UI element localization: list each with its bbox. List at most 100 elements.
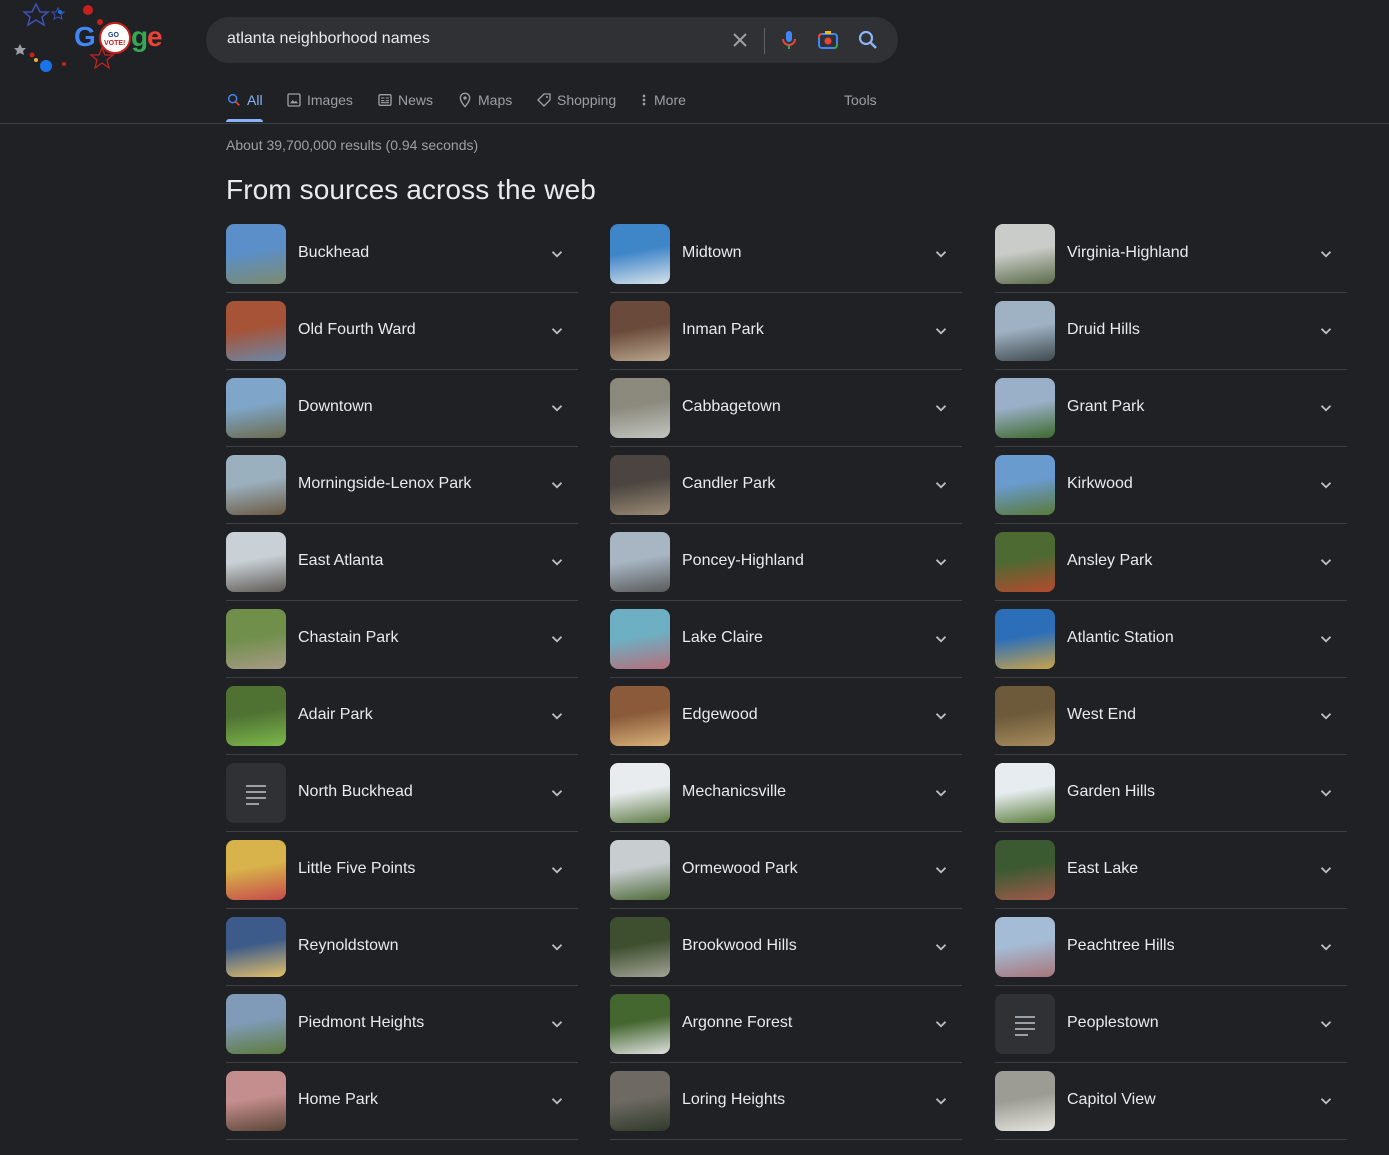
neighborhood-item[interactable]: Grant Park: [995, 378, 1347, 455]
chevron-down-icon[interactable]: [548, 553, 566, 571]
neighborhood-item[interactable]: Midtown: [610, 224, 962, 301]
neighborhood-thumbnail: [226, 917, 286, 977]
neighborhood-item[interactable]: Druid Hills: [995, 301, 1347, 378]
neighborhood-item[interactable]: Cabbagetown: [610, 378, 962, 455]
neighborhood-thumbnail: [226, 840, 286, 900]
news-icon: [378, 94, 392, 106]
neighborhood-item[interactable]: Ormewood Park: [610, 840, 962, 917]
chevron-down-icon[interactable]: [932, 399, 950, 417]
neighborhood-thumbnail: [226, 532, 286, 592]
search-box[interactable]: atlanta neighborhood names: [206, 17, 898, 63]
search-divider: [764, 28, 765, 54]
chevron-down-icon[interactable]: [548, 1015, 566, 1033]
chevron-down-icon[interactable]: [548, 861, 566, 879]
neighborhood-item[interactable]: Ansley Park: [995, 532, 1347, 609]
neighborhood-item[interactable]: Virginia-Highland: [995, 224, 1347, 301]
chevron-down-icon[interactable]: [932, 1092, 950, 1110]
chevron-down-icon[interactable]: [932, 553, 950, 571]
neighborhood-item[interactable]: Lake Claire: [610, 609, 962, 686]
lens-camera-icon[interactable]: [816, 28, 840, 52]
chevron-down-icon[interactable]: [1317, 476, 1335, 494]
neighborhood-item[interactable]: East Lake: [995, 840, 1347, 917]
neighborhood-item[interactable]: Peoplestown: [995, 994, 1347, 1071]
tools-button[interactable]: Tools: [844, 86, 877, 122]
neighborhood-item[interactable]: Downtown: [226, 378, 578, 455]
neighborhood-item[interactable]: Old Fourth Ward: [226, 301, 578, 378]
chevron-down-icon[interactable]: [548, 938, 566, 956]
neighborhood-item[interactable]: East Atlanta: [226, 532, 578, 609]
chevron-down-icon[interactable]: [1317, 245, 1335, 263]
neighborhood-item[interactable]: North Buckhead: [226, 763, 578, 840]
neighborhood-item[interactable]: West End: [995, 686, 1347, 763]
neighborhood-item[interactable]: Kirkwood: [995, 455, 1347, 532]
chevron-down-icon[interactable]: [1317, 784, 1335, 802]
chevron-down-icon[interactable]: [932, 707, 950, 725]
microphone-icon[interactable]: [777, 28, 801, 52]
search-icon[interactable]: [856, 28, 880, 52]
neighborhood-item[interactable]: Morningside-Lenox Park: [226, 455, 578, 532]
tab-news[interactable]: News: [377, 86, 433, 122]
chevron-down-icon[interactable]: [1317, 553, 1335, 571]
search-input[interactable]: atlanta neighborhood names: [227, 30, 430, 48]
chevron-down-icon[interactable]: [548, 784, 566, 802]
chevron-down-icon[interactable]: [548, 1092, 566, 1110]
neighborhood-item[interactable]: Inman Park: [610, 301, 962, 378]
chevron-down-icon[interactable]: [932, 245, 950, 263]
chevron-down-icon[interactable]: [548, 399, 566, 417]
tab-all[interactable]: All: [226, 86, 263, 122]
neighborhood-item[interactable]: Loring Heights: [610, 1071, 962, 1148]
tag-icon: [537, 93, 551, 107]
chevron-down-icon[interactable]: [932, 630, 950, 648]
chevron-down-icon[interactable]: [548, 322, 566, 340]
neighborhood-item[interactable]: Peachtree Hills: [995, 917, 1347, 994]
neighborhood-item[interactable]: Brookwood Hills: [610, 917, 962, 994]
neighborhood-item[interactable]: Edgewood: [610, 686, 962, 763]
tab-more[interactable]: More: [639, 86, 686, 122]
chevron-down-icon[interactable]: [932, 938, 950, 956]
chevron-down-icon[interactable]: [1317, 399, 1335, 417]
chevron-down-icon[interactable]: [1317, 322, 1335, 340]
chevron-down-icon[interactable]: [932, 784, 950, 802]
neighborhood-item[interactable]: Capitol View: [995, 1071, 1347, 1148]
chevron-down-icon[interactable]: [548, 630, 566, 648]
chevron-down-icon[interactable]: [548, 476, 566, 494]
tab-images[interactable]: Images: [286, 86, 353, 122]
google-logo[interactable]: G GO VOTE! g e: [10, 0, 170, 80]
neighborhood-item[interactable]: Reynoldstown: [226, 917, 578, 994]
chevron-down-icon[interactable]: [1317, 1015, 1335, 1033]
svg-text:e: e: [147, 21, 163, 52]
chevron-down-icon[interactable]: [1317, 707, 1335, 725]
neighborhood-item[interactable]: Atlantic Station: [995, 609, 1347, 686]
neighborhood-item[interactable]: Buckhead: [226, 224, 578, 301]
neighborhood-item[interactable]: Piedmont Heights: [226, 994, 578, 1071]
neighborhood-item[interactable]: Poncey-Highland: [610, 532, 962, 609]
neighborhood-item[interactable]: Garden Hills: [995, 763, 1347, 840]
tab-label: Images: [307, 92, 353, 108]
neighborhood-item[interactable]: Chastain Park: [226, 609, 578, 686]
neighborhood-thumbnail: [995, 917, 1055, 977]
svg-text:g: g: [131, 21, 148, 52]
neighborhood-thumbnail: [995, 455, 1055, 515]
tab-label: Shopping: [557, 92, 617, 108]
tab-maps[interactable]: Maps: [457, 86, 512, 122]
chevron-down-icon[interactable]: [1317, 938, 1335, 956]
chevron-down-icon[interactable]: [548, 707, 566, 725]
chevron-down-icon[interactable]: [1317, 861, 1335, 879]
neighborhood-item[interactable]: Argonne Forest: [610, 994, 962, 1071]
chevron-down-icon[interactable]: [932, 476, 950, 494]
chevron-down-icon[interactable]: [548, 245, 566, 263]
neighborhood-item[interactable]: Home Park: [226, 1071, 578, 1148]
chevron-down-icon[interactable]: [932, 861, 950, 879]
chevron-down-icon[interactable]: [932, 1015, 950, 1033]
neighborhood-name: Grant Park: [1067, 398, 1145, 415]
clear-icon[interactable]: [728, 28, 752, 52]
neighborhood-item[interactable]: Little Five Points: [226, 840, 578, 917]
chevron-down-icon[interactable]: [1317, 1092, 1335, 1110]
chevron-down-icon[interactable]: [1317, 630, 1335, 648]
tab-shopping[interactable]: Shopping: [536, 86, 616, 122]
neighborhood-item[interactable]: Mechanicsville: [610, 763, 962, 840]
neighborhood-item[interactable]: Adair Park: [226, 686, 578, 763]
neighborhood-item[interactable]: Candler Park: [610, 455, 962, 532]
chevron-down-icon[interactable]: [932, 322, 950, 340]
section-title: From sources across the web: [226, 174, 596, 205]
